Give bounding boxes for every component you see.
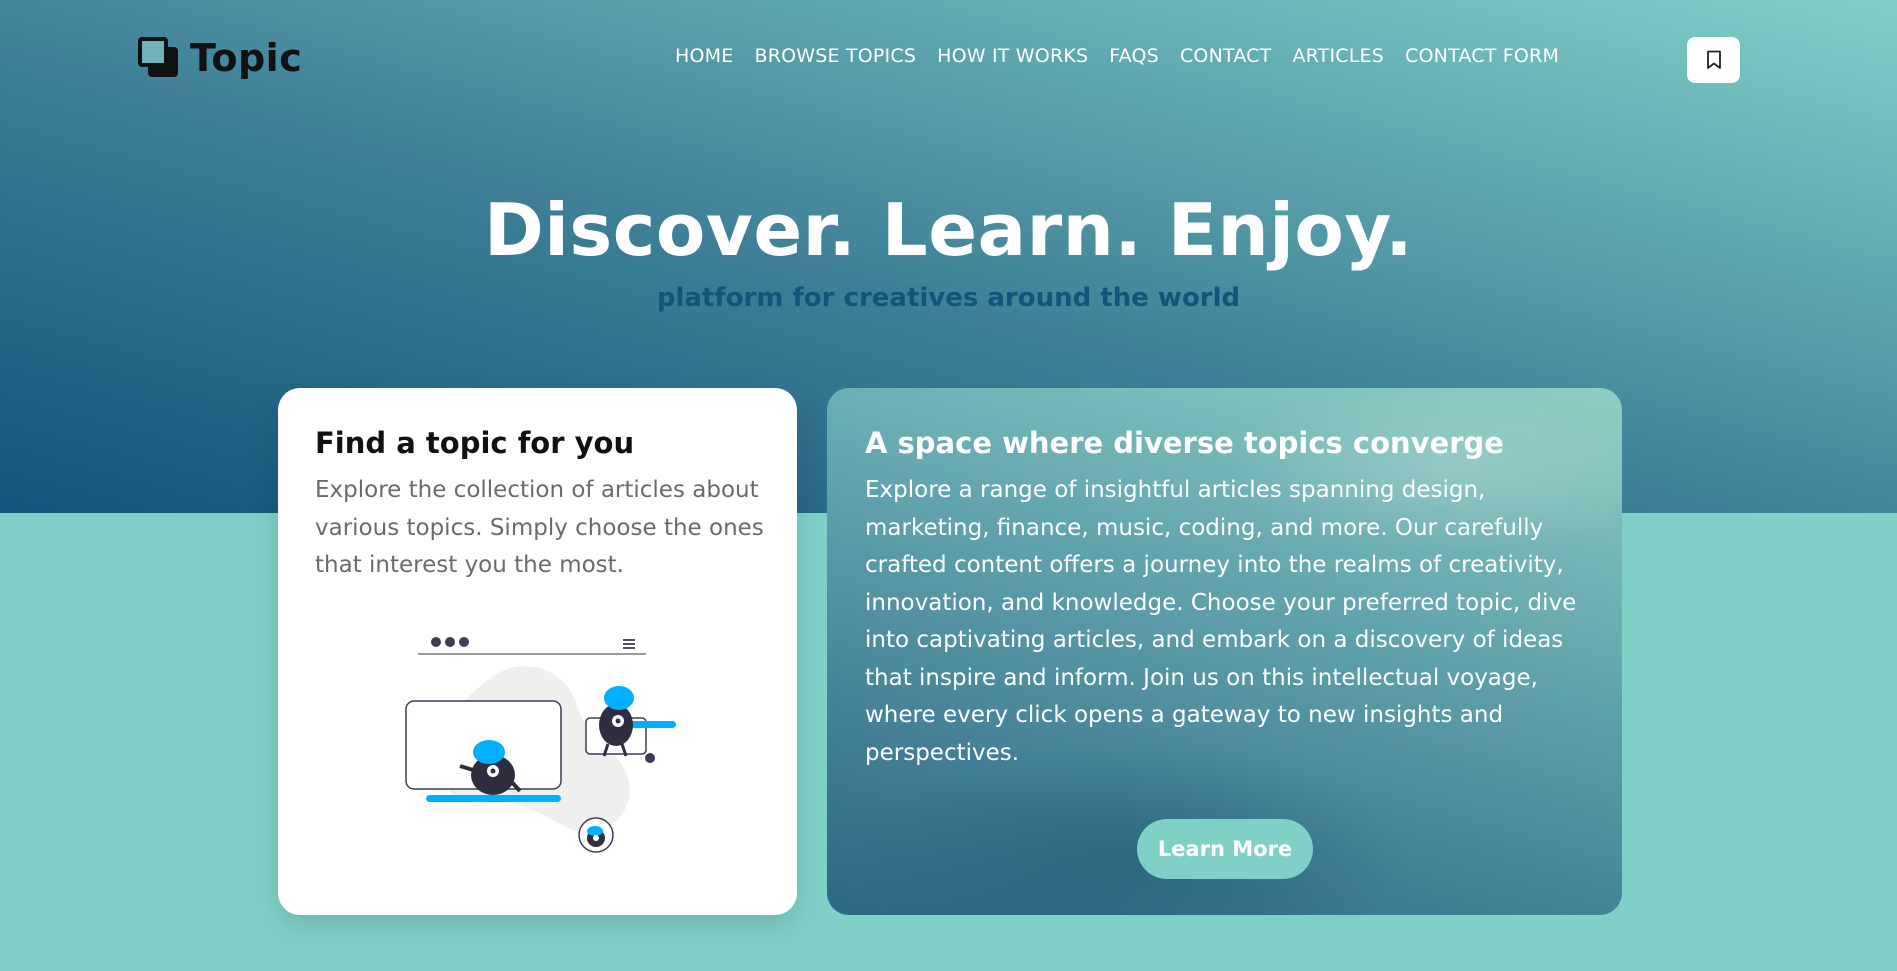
nav-item-contact[interactable]: CONTACT [1180,45,1272,67]
learn-more-button[interactable]: Learn More [1137,819,1313,879]
bookmark-button[interactable] [1687,37,1740,83]
nav-links: HOME BROWSE TOPICS HOW IT WORKS FAQS CON… [675,45,1580,67]
find-topic-title: Find a topic for you [315,426,635,460]
nav-item-articles[interactable]: ARTICLES [1292,45,1384,67]
navbar: Topic HOME BROWSE TOPICS HOW IT WORKS FA… [0,0,1897,118]
stacked-squares-icon [138,37,180,79]
hero-title: Discover. Learn. Enjoy. [483,188,1414,272]
nav-item-browse-topics[interactable]: BROWSE TOPICS [754,45,916,67]
about-title: A space where diverse topics converge [865,426,1504,460]
brand-logo[interactable]: Topic [138,36,302,80]
nav-item-faqs[interactable]: FAQS [1109,45,1159,67]
about-card: A space where diverse topics converge Ex… [827,388,1622,915]
find-topic-text: Explore the collection of articles about… [315,477,764,578]
nav-item-contact-form[interactable]: CONTACT FORM [1405,45,1559,67]
about-text: Explore a range of insightful articles s… [865,477,1577,766]
nav-item-how-it-works[interactable]: HOW IT WORKS [937,45,1088,67]
brand-name: Topic [190,36,303,80]
illustration-image [405,637,676,853]
find-topic-card: Find a topic for you Explore the collect… [278,388,797,915]
nav-item-home[interactable]: HOME [675,45,733,67]
bookmark-icon [1706,50,1721,69]
hero-subtitle: platform for creatives around the world [656,283,1241,313]
